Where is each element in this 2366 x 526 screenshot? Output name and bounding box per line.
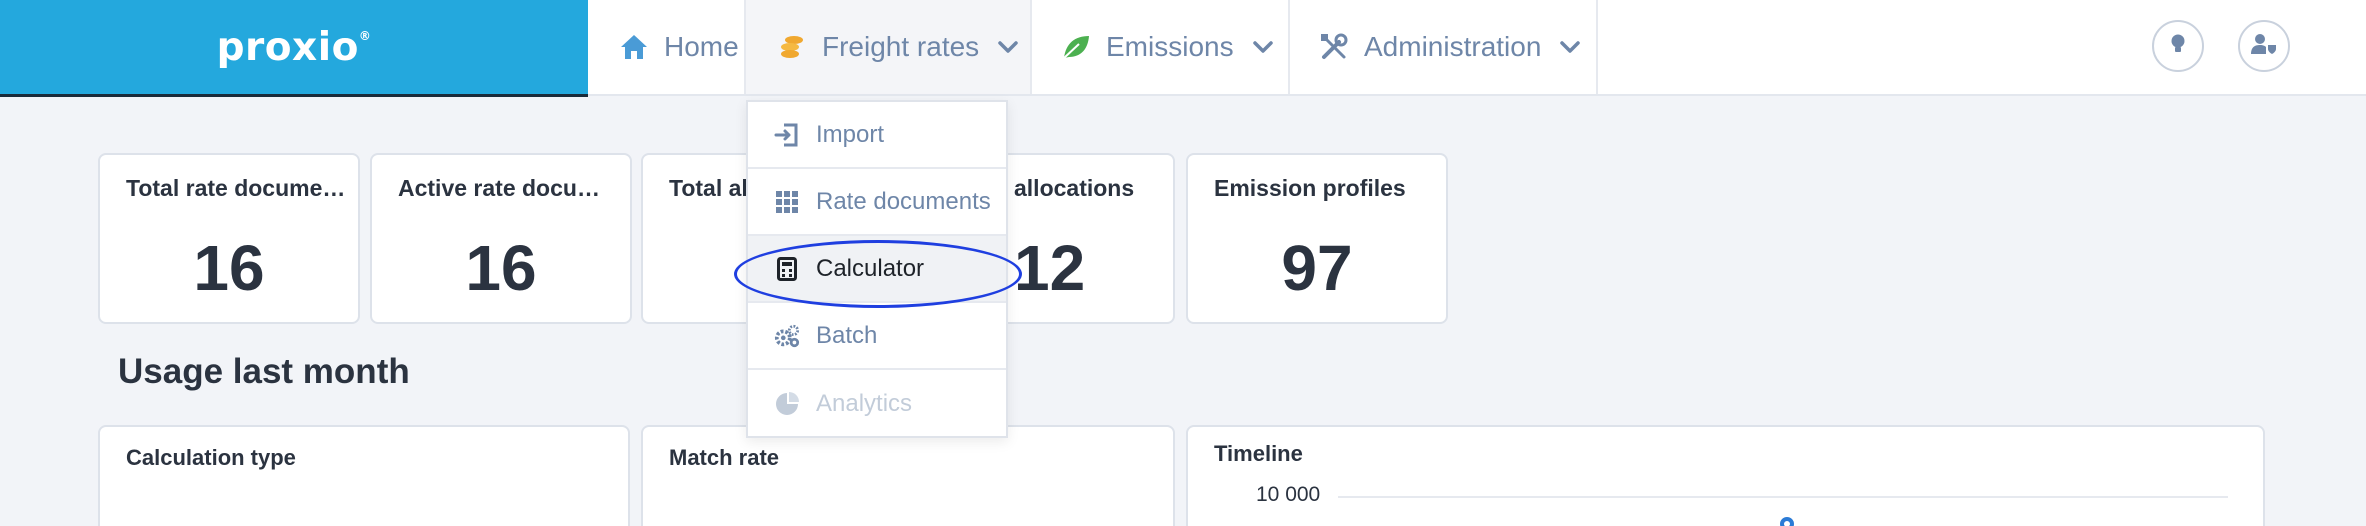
ideas-button[interactable] — [2152, 20, 2204, 72]
dropdown-item-label: Batch — [816, 321, 878, 349]
pie-chart-icon — [774, 391, 800, 417]
chevron-down-icon — [997, 36, 1019, 58]
gears-icon — [774, 323, 800, 349]
dropdown-item-label: Rate documents — [816, 187, 991, 215]
brand-logo-area[interactable]: proxio® — [0, 0, 588, 97]
panel-match-rate: Match rate — [641, 425, 1175, 526]
timeline-gridline — [1338, 496, 2228, 498]
chevron-down-icon — [1559, 36, 1581, 58]
grid-icon — [774, 189, 800, 215]
panel-title: Calculation type — [126, 445, 296, 470]
top-bar: proxio® Home Freight rates Emissions Adm… — [0, 0, 2366, 97]
brand-logo[interactable]: proxio® — [217, 25, 372, 70]
stat-label: Total rate docume… — [126, 175, 346, 201]
timeline-data-point[interactable] — [1780, 517, 1794, 526]
dropdown-item-label: Import — [816, 120, 885, 148]
dropdown-item-rate-documents[interactable]: Rate documents — [748, 169, 1006, 236]
nav-emissions[interactable]: Emissions — [1032, 0, 1290, 94]
stat-value: 16 — [465, 232, 537, 304]
brand-mark: ® — [358, 28, 372, 43]
brand-name: proxio — [216, 24, 359, 70]
dropdown-item-label: Calculator — [816, 254, 925, 282]
panel-title: Match rate — [669, 445, 780, 470]
import-icon — [774, 122, 800, 148]
stat-value: 12 — [1014, 232, 1086, 304]
stat-card-active-rate-documents[interactable]: Active rate docum… 16 — [370, 153, 632, 324]
stat-label: Emission profiles — [1214, 175, 1406, 201]
dropdown-item-batch[interactable]: Batch — [748, 303, 1006, 370]
usage-section-title: Usage last month — [118, 352, 410, 391]
freight-rates-dropdown: Import Rate documents Calculator Batch A… — [734, 100, 1022, 438]
panel-title: Timeline — [1214, 441, 1303, 466]
nav-administration[interactable]: Administration — [1290, 0, 1598, 94]
dropdown-item-calculator[interactable]: Calculator — [734, 236, 1022, 308]
stat-value: 97 — [1281, 232, 1353, 304]
leaf-icon — [1060, 31, 1092, 63]
nav-emissions-label: Emissions — [1106, 31, 1234, 62]
nav-home[interactable]: Home — [590, 0, 746, 94]
nav-freight-rates[interactable]: Freight rates — [746, 0, 1032, 94]
panel-calculation-type: Calculation type — [98, 425, 630, 526]
nav-freight-label: Freight rates — [822, 31, 980, 62]
coins-icon — [776, 31, 808, 63]
stat-card-emission-profiles[interactable]: Emission profiles 97 — [1186, 153, 1448, 324]
user-profile-button[interactable] — [2238, 20, 2290, 72]
stat-value: 16 — [193, 232, 265, 304]
user-shield-icon — [2250, 32, 2278, 61]
dropdown-item-analytics: Analytics — [748, 370, 1006, 437]
lightbulb-icon — [2169, 33, 2187, 60]
calculator-icon — [774, 256, 800, 282]
chevron-down-icon — [1252, 36, 1274, 58]
stat-card-total-rate-documents[interactable]: Total rate docume… 16 — [98, 153, 360, 324]
nav-admin-label: Administration — [1364, 31, 1542, 62]
timeline-y-tick: 10 000 — [1256, 483, 1321, 506]
dropdown-item-label: Analytics — [816, 389, 913, 417]
stat-label: Active rate docum… — [398, 175, 618, 201]
home-icon — [618, 31, 650, 63]
stat-label: allocations — [1014, 175, 1135, 201]
dropdown-item-import[interactable]: Import — [748, 102, 1006, 169]
tools-icon — [1318, 31, 1350, 63]
nav-home-label: Home — [664, 31, 739, 62]
panel-timeline: Timeline 10 000 — [1186, 425, 2265, 526]
